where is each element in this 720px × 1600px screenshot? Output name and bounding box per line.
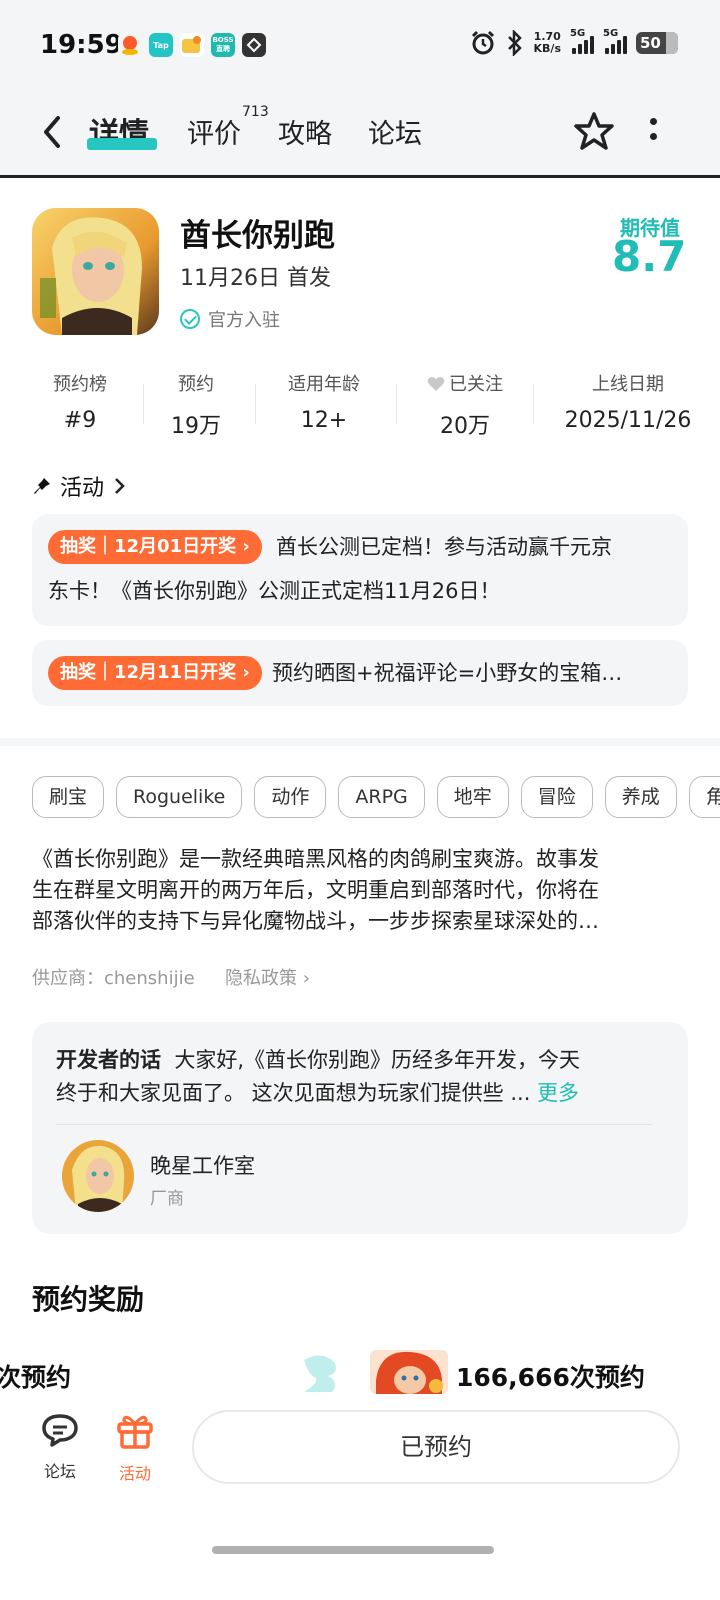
chevron-right-icon (115, 478, 125, 494)
active-tab-underline (87, 138, 157, 150)
tag-chip[interactable]: 地牢 (436, 776, 509, 818)
pin-icon (34, 478, 50, 494)
stats-row: 预约榜 #9 预约 19万 适用年龄 12+ 已关注 20万 上线日期 2025… (0, 370, 720, 440)
network-speed: 1.70 KB/s (533, 30, 561, 55)
taptap-icon: Tap (149, 33, 173, 57)
game-title: 酋长你别跑 (180, 218, 335, 254)
developer-avatar[interactable] (62, 1140, 134, 1212)
section-divider (0, 738, 720, 746)
home-indicator[interactable] (212, 1546, 494, 1554)
app-notification-icon (118, 33, 142, 57)
more-options-icon[interactable] (648, 118, 658, 144)
developer-name[interactable]: 晚星工作室 (150, 1150, 255, 1180)
official-badge: 官方入驻 (180, 306, 280, 332)
activity-button[interactable]: 活动 (105, 1412, 165, 1484)
activity-text: 东卡！《酋长你别跑》公测正式定档11月26日！ (48, 579, 501, 603)
tag-chip[interactable]: 冒险 (520, 776, 593, 818)
tag-chip[interactable]: 动作 (254, 776, 327, 818)
rewards-title: 预约奖励 (32, 1283, 145, 1316)
tag-chip[interactable]: ARPG (338, 776, 425, 818)
stat-age[interactable]: 适用年龄 12+ (276, 370, 372, 433)
status-bar: 19:59 Tap BOSS 直聘 1.70 KB/s 5G 5G 50 (0, 0, 720, 90)
tag-chip[interactable]: 角 (688, 776, 720, 818)
bottom-action-bar: 论坛 活动 已预约 (0, 1394, 720, 1600)
lottery-badge: 抽奖｜12月11日开奖 › (48, 656, 262, 690)
signal-icon-1: 5G (570, 28, 594, 54)
developer-role: 厂商 (150, 1189, 184, 1209)
release-date: 11月26日 首发 (180, 266, 331, 291)
battery-icon: 50 (636, 32, 678, 54)
alarm-icon (471, 30, 494, 55)
activity-card[interactable]: 抽奖｜12月01日开奖 › 酋长公测已定档！参与活动赢千元京 东卡！《酋长你别跑… (32, 514, 688, 626)
tab-forum[interactable]: 论坛 (368, 112, 422, 151)
reserved-button[interactable]: 已预约 (192, 1410, 680, 1484)
stat-divider (255, 384, 256, 424)
reward-decoration (304, 1355, 336, 1392)
back-arrow-icon[interactable] (38, 112, 68, 152)
more-link[interactable]: 更多 (537, 1081, 579, 1105)
stat-followers[interactable]: 已关注 20万 (412, 370, 518, 440)
chat-bubble-icon (42, 1414, 78, 1447)
stat-divider (396, 384, 397, 424)
tag-chip[interactable]: 刷宝 (32, 776, 105, 818)
developer-note: 开发者的话 大家好,《酋长你别跑》历经多年开发，今天 终于和大家见面了。 这次见… (56, 1048, 581, 1105)
status-time: 19:59 (40, 30, 123, 60)
favorite-star-icon[interactable] (572, 110, 616, 152)
share-app-icon (242, 33, 266, 57)
tag-list: 刷宝 Roguelike 动作 ARPG 地牢 冒险 养成角 (32, 776, 720, 820)
tab-guides[interactable]: 攻略 (278, 112, 332, 151)
supplier-info: 供应商：chenshijie (32, 968, 195, 989)
forum-button[interactable]: 论坛 (30, 1412, 90, 1482)
reward-character-image (370, 1350, 448, 1394)
game-icon (32, 208, 159, 335)
activity-header[interactable]: 活动 (32, 470, 126, 502)
heart-icon (427, 377, 445, 391)
tab-reviews[interactable]: 评价 (187, 112, 241, 151)
stat-launch-date: 上线日期 2025/11/26 (564, 374, 692, 433)
review-count-badge: 713 (242, 104, 269, 120)
reward-item: 166,666次预约 (456, 1363, 645, 1392)
divider (56, 1124, 652, 1125)
boss-app-icon: BOSS 直聘 (211, 33, 235, 57)
tag-chip[interactable]: 养成 (604, 776, 677, 818)
bluetooth-icon (507, 30, 522, 56)
tag-chip[interactable]: Roguelike (116, 776, 243, 818)
game-app-icon (180, 33, 204, 57)
status-app-icons: Tap BOSS 直聘 (118, 33, 266, 57)
stat-divider (143, 384, 144, 424)
signal-icon-2: 5G (603, 28, 627, 54)
reward-item: 次预约 (0, 1363, 72, 1392)
gift-icon (117, 1415, 153, 1449)
status-indicators: 1.70 KB/s 5G 5G 50 (470, 28, 678, 56)
activity-card[interactable]: 抽奖｜12月11日开奖 › 预约晒图+祝福评论=小野女的宝箱… (32, 640, 688, 706)
privacy-policy-link[interactable]: 隐私政策 › (225, 964, 310, 990)
stat-reservations: 预约 19万 (171, 374, 221, 439)
check-circle-icon (180, 309, 200, 329)
stat-divider (533, 384, 534, 424)
expectation-score: 8.7 (612, 232, 687, 281)
game-description[interactable]: 《酋长你别跑》是一款经典暗黑风格的肉鸽刷宝爽游。故事发 生在群星文明离开的两万年… (32, 844, 692, 937)
activity-text: 酋长公测已定档！参与活动赢千元京 (276, 535, 612, 559)
activity-text: 预约晒图+祝福评论=小野女的宝箱… (272, 661, 623, 685)
stat-rank[interactable]: 预约榜 #9 (40, 370, 120, 433)
developer-note-card[interactable]: 开发者的话 大家好,《酋长你别跑》历经多年开发，今天 终于和大家见面了。 这次见… (32, 1022, 688, 1234)
lottery-badge: 抽奖｜12月01日开奖 › (48, 530, 262, 564)
